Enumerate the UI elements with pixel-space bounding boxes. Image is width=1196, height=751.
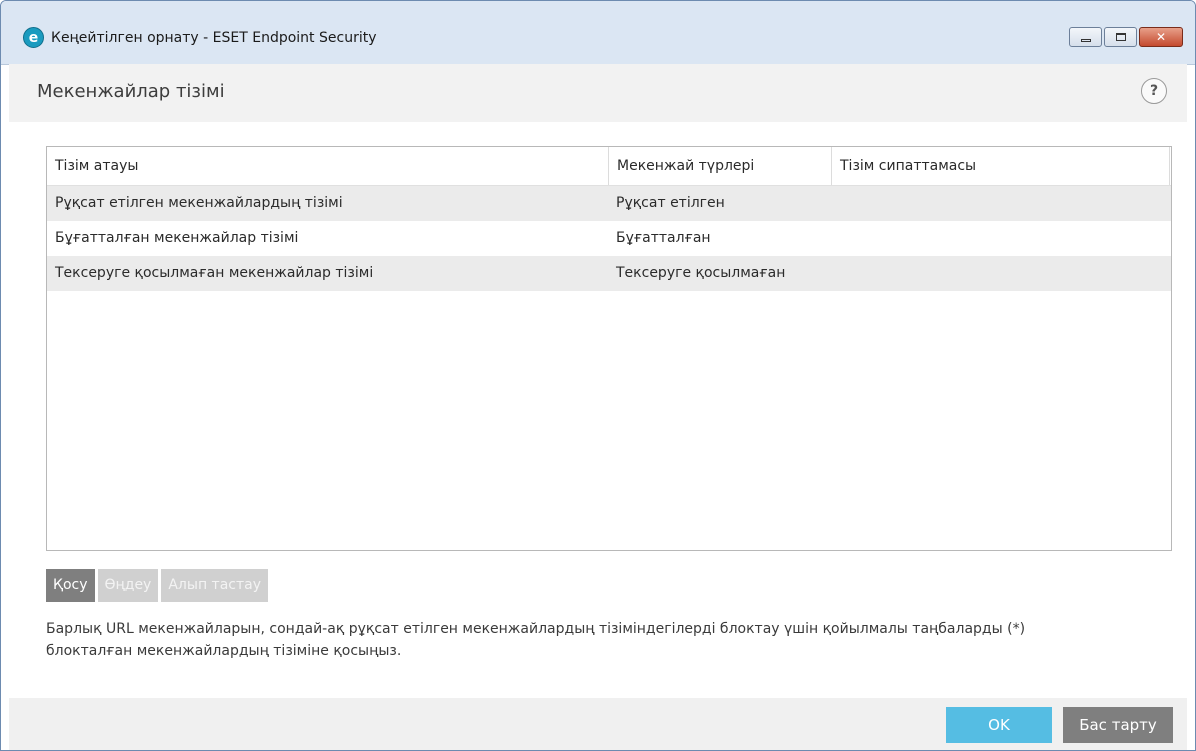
cell-address-type: Рұқсат етілген bbox=[616, 195, 725, 211]
table-actions: Қосу Өңдеу Алып тастау bbox=[46, 569, 268, 602]
column-header-list-name[interactable]: Тізім атауы bbox=[47, 147, 608, 185]
content-area: Тізім атауы Мекенжай түрлері Тізім сипат… bbox=[9, 122, 1187, 698]
title-bar[interactable]: e Кеңейтілген орнату - ESET Endpoint Sec… bbox=[1, 1, 1195, 65]
close-button[interactable]: ✕ bbox=[1139, 27, 1183, 47]
cell-list-name: Бұғатталған мекенжайлар тізімі bbox=[55, 230, 299, 246]
eset-logo-icon: e bbox=[23, 27, 44, 48]
minimize-button[interactable] bbox=[1069, 27, 1102, 47]
table-row[interactable]: Бұғатталған мекенжайлар тізімі Бұғатталғ… bbox=[47, 221, 1171, 256]
address-lists-table: Тізім атауы Мекенжай түрлері Тізім сипат… bbox=[46, 146, 1172, 551]
cell-list-description bbox=[831, 186, 1170, 221]
cell-list-description bbox=[831, 256, 1170, 291]
minimize-icon bbox=[1080, 38, 1091, 42]
cell-address-type: Тексеруге қосылмаған bbox=[616, 265, 786, 281]
hint-line-2: блокталған мекенжайлардың тізіміне қосың… bbox=[46, 643, 402, 659]
hint-line-1: Барлық URL мекенжайларын, сондай-ақ рұқс… bbox=[46, 621, 1026, 637]
cell-list-description bbox=[831, 221, 1170, 256]
close-icon: ✕ bbox=[1155, 30, 1167, 44]
remove-button[interactable]: Алып тастау bbox=[161, 569, 268, 602]
table-header: Тізім атауы Мекенжай түрлері Тізім сипат… bbox=[47, 147, 1171, 186]
help-button[interactable]: ? bbox=[1141, 78, 1167, 104]
cell-list-name: Тексеруге қосылмаған мекенжайлар тізімі bbox=[55, 265, 374, 281]
page-title: Мекенжайлар тізімі bbox=[37, 81, 225, 102]
cell-list-name: Рұқсат етілген мекенжайлардың тізімі bbox=[55, 195, 343, 211]
advanced-setup-window: e Кеңейтілген орнату - ESET Endpoint Sec… bbox=[0, 0, 1196, 751]
edit-button[interactable]: Өңдеу bbox=[97, 569, 159, 602]
maximize-icon bbox=[1115, 33, 1126, 41]
window-controls: ✕ bbox=[1067, 27, 1183, 47]
column-header-list-description[interactable]: Тізім сипаттамасы bbox=[831, 147, 1170, 185]
maximize-button[interactable] bbox=[1104, 27, 1137, 47]
table-row[interactable]: Рұқсат етілген мекенжайлардың тізімі Рұқ… bbox=[47, 186, 1171, 221]
dialog-footer: OK Бас тарту bbox=[9, 698, 1187, 750]
window-title: Кеңейтілген орнату - ESET Endpoint Secur… bbox=[51, 30, 377, 46]
cancel-button[interactable]: Бас тарту bbox=[1063, 707, 1173, 743]
table-row[interactable]: Тексеруге қосылмаған мекенжайлар тізімі … bbox=[47, 256, 1171, 291]
wildcard-hint: Барлық URL мекенжайларын, сондай-ақ рұқс… bbox=[46, 618, 1166, 662]
ok-button[interactable]: OK bbox=[946, 707, 1052, 743]
add-button[interactable]: Қосу bbox=[46, 569, 95, 602]
cell-address-type: Бұғатталған bbox=[616, 230, 711, 246]
column-header-address-type[interactable]: Мекенжай түрлері bbox=[608, 147, 831, 185]
page-header: Мекенжайлар тізімі ? bbox=[9, 64, 1187, 122]
